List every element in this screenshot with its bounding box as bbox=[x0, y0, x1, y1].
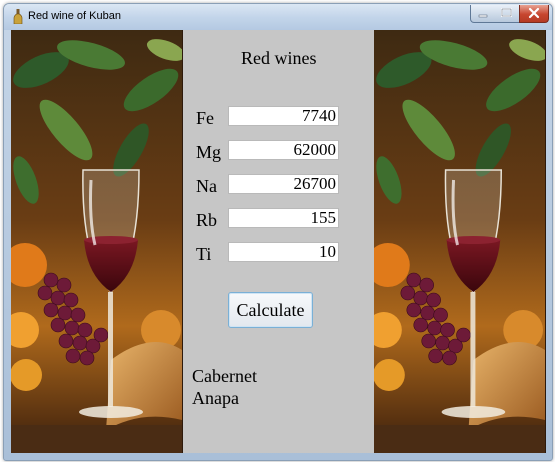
window-title: Red wine of Kuban bbox=[28, 10, 121, 22]
wine-still-life-image-right bbox=[374, 30, 545, 453]
window-client-area: Red wines Fe Mg Na Rb Ti Calculate Caber… bbox=[11, 30, 546, 453]
maximize-icon bbox=[501, 8, 512, 17]
rb-label: Rb bbox=[196, 210, 218, 230]
minimize-button[interactable] bbox=[470, 5, 496, 23]
wine-bottle-icon bbox=[13, 9, 23, 24]
fe-label: Fe bbox=[196, 108, 214, 128]
maximize-button[interactable] bbox=[495, 5, 520, 23]
wine-form-panel: Red wines Fe Mg Na Rb Ti Calculate Caber… bbox=[183, 30, 374, 453]
minimize-icon bbox=[478, 14, 488, 18]
result-line-1: Cabernet bbox=[192, 366, 257, 386]
result-line-2: Anapa bbox=[192, 388, 239, 408]
form-heading: Red wines bbox=[241, 48, 317, 68]
na-label: Na bbox=[196, 176, 217, 196]
ti-label: Ti bbox=[196, 244, 212, 264]
calculate-button[interactable]: Calculate bbox=[228, 292, 313, 328]
fe-input[interactable] bbox=[228, 106, 339, 126]
close-button[interactable] bbox=[519, 5, 549, 23]
app-window: Red wine of Kuban Red wines Fe 7740 Mg 6… bbox=[3, 3, 553, 461]
ti-input[interactable] bbox=[228, 242, 339, 262]
title-bar[interactable]: Red wine of Kuban bbox=[4, 4, 552, 30]
na-input[interactable] bbox=[228, 174, 339, 194]
wine-still-life-image-left bbox=[11, 30, 182, 453]
rb-input[interactable] bbox=[228, 208, 339, 228]
mg-label: Mg bbox=[196, 142, 222, 162]
close-icon bbox=[528, 7, 540, 19]
mg-input[interactable] bbox=[228, 140, 339, 160]
